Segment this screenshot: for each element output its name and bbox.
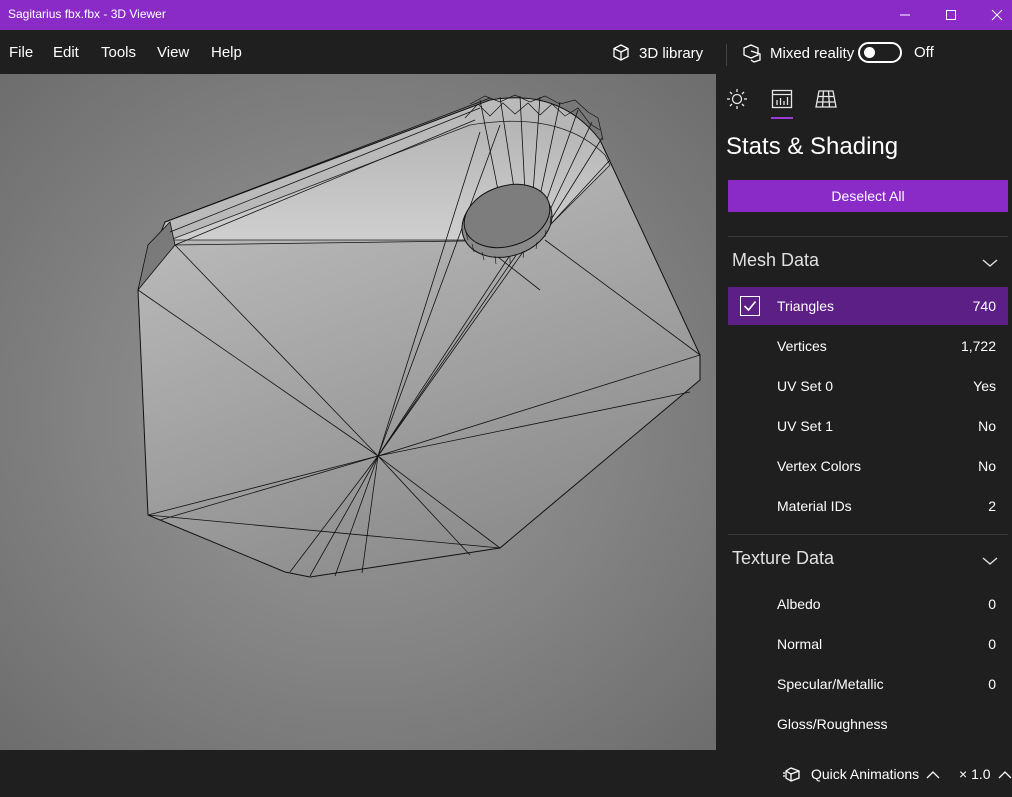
menu-edit[interactable]: Edit bbox=[53, 44, 79, 61]
tab-stats[interactable] bbox=[769, 86, 795, 112]
mesh-data-collapse[interactable] bbox=[982, 255, 998, 273]
mesh-row-material-ids[interactable]: Material IDs 2 bbox=[728, 487, 1008, 525]
mesh-row-vertices[interactable]: Vertices 1,722 bbox=[728, 327, 1008, 365]
bottom-bar: Quick Animations × 1.0 bbox=[0, 750, 1012, 797]
mesh-row-uv-set-1[interactable]: UV Set 1 No bbox=[728, 407, 1008, 445]
row-label: Material IDs bbox=[777, 498, 852, 514]
maximize-button[interactable] bbox=[928, 0, 974, 30]
grid-icon bbox=[815, 90, 837, 108]
texture-row-albedo[interactable]: Albedo 0 bbox=[728, 585, 1008, 623]
mesh-row-uv-set-0[interactable]: UV Set 0 Yes bbox=[728, 367, 1008, 405]
chevron-down-icon bbox=[982, 557, 998, 565]
texture-data-heading[interactable]: Texture Data bbox=[732, 548, 834, 569]
quick-animations-button[interactable]: Quick Animations bbox=[783, 765, 940, 783]
row-value: 740 bbox=[972, 298, 996, 314]
chevron-up-icon bbox=[926, 770, 940, 778]
mixed-reality-label: Mixed reality bbox=[770, 44, 855, 62]
3d-library-label: 3D library bbox=[639, 44, 704, 62]
row-label: Gloss/Roughness bbox=[777, 716, 888, 732]
window-title: Sagitarius fbx.fbx - 3D Viewer bbox=[8, 7, 166, 21]
tab-grid[interactable] bbox=[813, 86, 839, 112]
texture-data-collapse[interactable] bbox=[982, 553, 998, 571]
row-value: 2 bbox=[988, 498, 996, 514]
quick-animations-label: Quick Animations bbox=[811, 766, 920, 782]
toolbar-divider bbox=[726, 44, 727, 66]
mixed-reality-icon bbox=[743, 44, 761, 63]
row-label: Albedo bbox=[777, 596, 821, 612]
close-icon bbox=[991, 9, 1003, 21]
mixed-reality-state: Off bbox=[914, 44, 934, 61]
triangles-checkbox[interactable] bbox=[740, 296, 760, 316]
active-tab-indicator bbox=[771, 117, 793, 119]
animation-icon bbox=[783, 767, 800, 782]
tab-lighting[interactable] bbox=[724, 86, 750, 112]
mesh-row-vertex-colors[interactable]: Vertex Colors No bbox=[728, 447, 1008, 485]
row-value: Yes bbox=[973, 378, 996, 394]
chevron-up-icon bbox=[998, 770, 1011, 778]
texture-row-gloss-roughness[interactable]: Gloss/Roughness bbox=[728, 705, 1008, 743]
model-render[interactable] bbox=[0, 74, 716, 750]
3d-viewport[interactable] bbox=[0, 74, 716, 750]
panel-title: Stats & Shading bbox=[726, 133, 899, 160]
title-bar: Sagitarius fbx.fbx - 3D Viewer bbox=[0, 0, 1012, 30]
row-value: 0 bbox=[988, 596, 996, 612]
menu-bar: File Edit Tools View Help 3D library Mix… bbox=[0, 30, 1012, 74]
texture-row-normal[interactable]: Normal 0 bbox=[728, 625, 1008, 663]
stats-icon bbox=[771, 89, 793, 109]
row-value: 0 bbox=[988, 636, 996, 652]
mixed-reality-toggle[interactable] bbox=[858, 42, 902, 63]
deselect-all-button[interactable]: Deselect All bbox=[728, 180, 1008, 212]
row-label: Triangles bbox=[777, 298, 835, 314]
playback-speed-label: × 1.0 bbox=[959, 766, 991, 782]
maximize-icon bbox=[946, 10, 956, 20]
row-label: UV Set 1 bbox=[777, 418, 834, 434]
menu-file[interactable]: File bbox=[9, 44, 33, 61]
menu-help[interactable]: Help bbox=[211, 44, 242, 61]
stats-shading-panel: Stats & Shading Deselect All Mesh Data T… bbox=[716, 74, 1012, 750]
row-label: Specular/Metallic bbox=[777, 676, 884, 692]
minimize-icon bbox=[900, 14, 910, 16]
sun-icon bbox=[727, 89, 747, 109]
mixed-reality-button[interactable]: Mixed reality bbox=[742, 42, 854, 64]
section-divider bbox=[728, 534, 1008, 535]
checkmark-icon bbox=[743, 300, 757, 312]
row-value: 1,722 bbox=[960, 338, 996, 354]
3d-library-button[interactable]: 3D library bbox=[611, 42, 703, 64]
cube-icon bbox=[613, 44, 629, 61]
row-label: UV Set 0 bbox=[777, 378, 834, 394]
chevron-down-icon bbox=[982, 259, 998, 267]
row-value: No bbox=[978, 458, 996, 474]
toggle-knob bbox=[864, 47, 875, 58]
minimize-button[interactable] bbox=[882, 0, 928, 30]
playback-speed-button[interactable]: × 1.0 bbox=[959, 766, 1012, 782]
row-value: No bbox=[978, 418, 996, 434]
mesh-data-heading[interactable]: Mesh Data bbox=[732, 250, 819, 271]
row-label: Normal bbox=[777, 636, 823, 652]
mesh-row-triangles[interactable]: Triangles 740 bbox=[728, 287, 1008, 325]
row-label: Vertices bbox=[777, 338, 827, 354]
menu-tools[interactable]: Tools bbox=[101, 44, 136, 61]
section-divider bbox=[728, 236, 1008, 237]
menu-view[interactable]: View bbox=[157, 44, 189, 61]
texture-row-specular-metallic[interactable]: Specular/Metallic 0 bbox=[728, 665, 1008, 703]
row-label: Vertex Colors bbox=[777, 458, 862, 474]
close-button[interactable] bbox=[974, 0, 1012, 30]
row-value: 0 bbox=[988, 676, 996, 692]
